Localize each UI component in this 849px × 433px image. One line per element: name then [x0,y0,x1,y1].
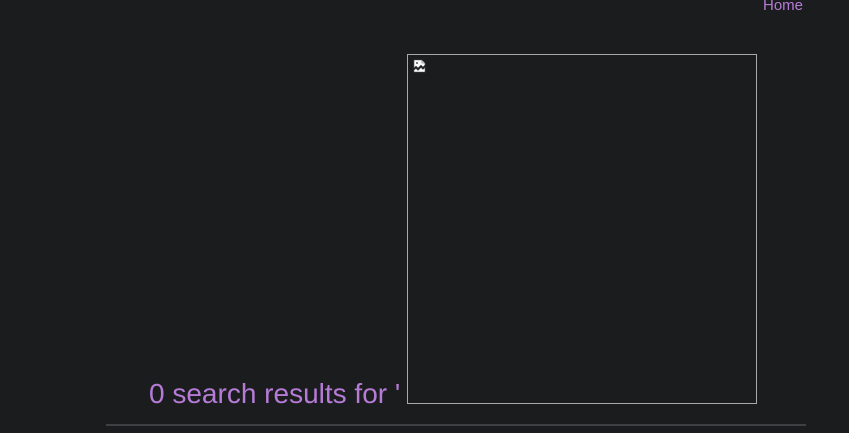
broken-image-icon [413,59,427,73]
result-count: 0 [149,378,165,409]
search-results-page: Home 0 search results for '' [0,0,849,433]
broken-image [407,54,757,404]
query-open-quote: ' [394,378,401,409]
home-link[interactable]: Home [763,0,803,15]
results-text: search results for [172,378,388,409]
divider [106,424,806,426]
